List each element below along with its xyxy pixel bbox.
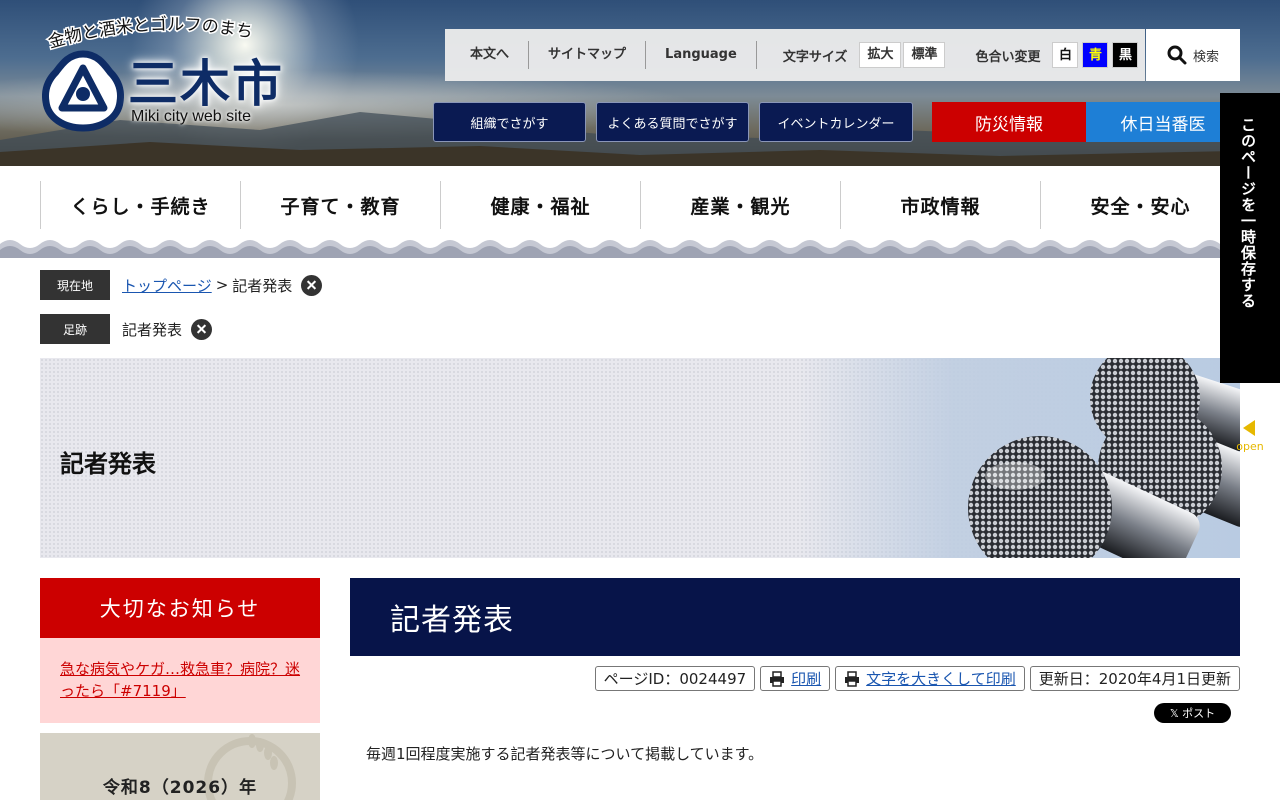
search-label: 検索 [1192,49,1219,65]
faq-search-button[interactable]: よくある質問でさがす [596,102,749,142]
nav-safety[interactable]: 安全・安心 [1040,181,1240,229]
important-notice-heading: 大切なお知らせ [40,578,320,638]
updated-date: 更新日：2020年4月1日更新 [1029,666,1240,691]
printer-icon [845,670,860,687]
search-button[interactable]: 検索 [1146,29,1240,81]
print-large-button[interactable]: 文字を大きくして印刷 [835,666,1025,691]
print-large-link[interactable]: 文字を大きくして印刷 [866,668,1016,689]
history-item[interactable]: 記者発表 [122,319,182,340]
emergency-7119-link[interactable]: 急な病気やケガ…救急車？病院？迷ったら「#7119」 [60,660,300,700]
page-meta: ページID：0024497 印刷 文字を大きくして印刷 更新日：2020年4月1… [594,666,1240,691]
save-open-label: open [1236,440,1264,453]
hero-title: 記者発表 [60,450,156,478]
holiday-doctor-button[interactable]: 休日当番医 [1086,102,1240,142]
intro-text: 毎週1回程度実施する記者発表等について掲載しています。 [366,745,764,763]
print-link[interactable]: 印刷 [791,668,821,689]
color-white-button[interactable]: 白 [1052,42,1079,68]
history-label: 足跡 [40,314,110,344]
city-name: 三木市 [128,54,284,113]
disaster-info-button[interactable]: 防災情報 [932,102,1086,142]
breadcrumb: トップページ > 記者発表 [122,270,323,300]
history-trail: 記者発表 [122,314,213,344]
important-notice-box: 急な病気やケガ…救急車？病院？迷ったら「#7119」 [40,638,320,723]
reiwa-banner[interactable]: 令和8（2026）年 [40,733,320,800]
page-id: ページID：0024497 [594,666,756,691]
page-title: 記者発表 [350,578,1240,656]
print-button[interactable]: 印刷 [760,666,831,691]
save-page-tab[interactable]: このページを一時保存する open [1220,93,1280,453]
nav-health[interactable]: 健康・福祉 [440,181,640,229]
reiwa-banner-text: 令和8（2026）年 [102,778,258,798]
color-black-button[interactable]: 黒 [1112,42,1139,68]
org-search-button[interactable]: 組織でさがす [433,102,586,142]
site-header: 金物と酒米とゴルフのまち 三木市 Miki city web site 本文へ … [0,0,1280,166]
main-navigation: くらし・手続き 子育て・教育 健康・福祉 産業・観光 市政情報 安全・安心 [0,166,1280,242]
nav-industry[interactable]: 産業・観光 [640,181,840,229]
nav-city-info[interactable]: 市政情報 [840,181,1040,229]
hero-banner: 記者発表 [40,358,1240,558]
microphones-image [968,358,1240,558]
font-size-label: 文字サイズ [782,49,848,65]
printer-icon [770,670,785,687]
close-icon[interactable] [301,274,323,296]
breadcrumb-current: 記者発表 [232,276,293,295]
nav-living[interactable]: くらし・手続き [40,181,240,229]
utility-toolbar: 本文へ サイトマップ Language 文字サイズ 拡大 標準 色合い変更 白 … [445,29,1145,81]
breadcrumb-separator: > [215,276,229,294]
search-icon [1167,45,1187,65]
city-emblem-icon [42,50,124,132]
color-change-label: 色合い変更 [975,49,1041,65]
current-location-label: 現在地 [40,270,110,300]
breadcrumb-top-link[interactable]: トップページ [122,275,212,296]
event-calendar-button[interactable]: イベントカレンダー [759,102,913,142]
save-page-label: このページを一時保存する [1239,117,1257,309]
language-link[interactable]: Language [646,41,757,69]
sitemap-link[interactable]: サイトマップ [529,41,647,69]
city-subtitle: Miki city web site [131,108,252,125]
font-standard-button[interactable]: 標準 [903,42,946,68]
font-larger-button[interactable]: 拡大 [859,42,902,68]
color-blue-button[interactable]: 青 [1082,42,1109,68]
triangle-left-icon [1243,420,1255,436]
skip-to-content-link[interactable]: 本文へ [445,41,530,69]
x-post-button[interactable]: 𝕏 ポスト [1154,703,1231,723]
close-icon[interactable] [191,318,213,340]
wave-divider [0,240,1280,258]
nav-childcare[interactable]: 子育て・教育 [240,181,440,229]
